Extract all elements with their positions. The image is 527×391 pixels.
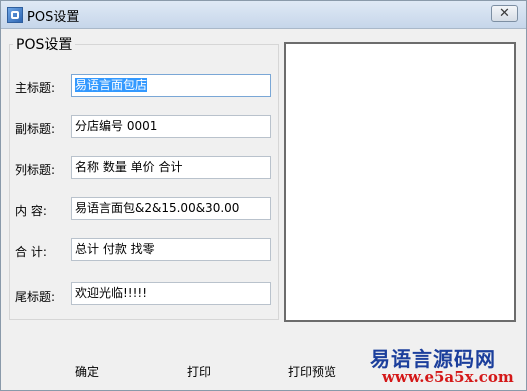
app-icon xyxy=(7,7,23,23)
total-input[interactable]: 总计 付款 找零 xyxy=(71,238,271,261)
pos-settings-window: POS设置 ✕ POS设置 主标题: 易语言面包店 副标题: 分店编号 0001… xyxy=(0,0,527,391)
column-title-input[interactable]: 名称 数量 单价 合计 xyxy=(71,156,271,179)
window-title: POS设置 xyxy=(27,10,80,25)
content-input[interactable]: 易语言面包&2&15.00&30.00 xyxy=(71,197,271,220)
footer-title-label: 尾标题: xyxy=(15,290,56,304)
print-preview-button[interactable]: 打印预览 xyxy=(288,363,336,380)
subtitle-label: 副标题: xyxy=(15,122,56,136)
subtitle-input[interactable]: 分店编号 0001 xyxy=(71,115,271,138)
total-label: 合 计: xyxy=(15,245,47,259)
main-title-label: 主标题: xyxy=(15,81,56,95)
main-title-value: 易语言面包店 xyxy=(75,78,148,92)
main-title-input[interactable]: 易语言面包店 xyxy=(71,74,271,97)
title-bar: POS设置 ✕ xyxy=(1,1,526,29)
column-title-label: 列标题: xyxy=(15,163,56,177)
print-preview-area xyxy=(284,42,516,322)
content-label: 内 容: xyxy=(15,204,47,218)
print-button[interactable]: 打印 xyxy=(187,363,211,380)
footer-title-input[interactable]: 欢迎光临!!!!! xyxy=(71,282,271,305)
close-button[interactable]: ✕ xyxy=(491,5,518,22)
settings-group-title: POS设置 xyxy=(13,34,76,54)
watermark-url: www.e5a5x.com xyxy=(382,368,514,386)
ok-button[interactable]: 确定 xyxy=(75,363,99,380)
